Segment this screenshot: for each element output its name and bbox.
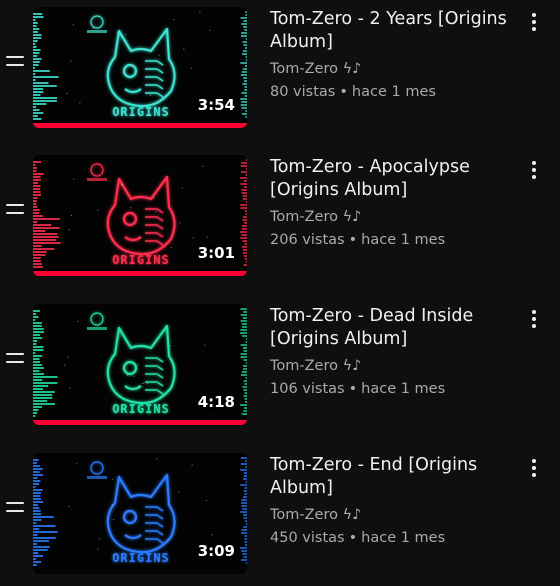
more-options-icon[interactable] xyxy=(527,310,541,328)
watch-progress-bar xyxy=(33,123,247,128)
view-count: 206 vistas xyxy=(270,232,345,248)
more-options-icon[interactable] xyxy=(527,161,541,179)
channel-name[interactable]: Tom-Zero ϟ♪ xyxy=(270,61,361,77)
thumbnail-origins-text: ORIGINS xyxy=(112,105,170,119)
thumbnail-origins-text: ORIGINS xyxy=(112,402,170,416)
drag-handle-icon[interactable] xyxy=(6,353,24,367)
separator-dot: • xyxy=(339,84,348,100)
video-title[interactable]: Tom-Zero - End [Origins Album] xyxy=(270,454,520,500)
thumbnail-origins-text: ORIGINS xyxy=(112,253,170,267)
video-meta: 206 vistas • hace 1 mes xyxy=(270,232,445,248)
watch-progress-bar xyxy=(33,271,247,276)
view-count: 80 vistas xyxy=(270,84,336,100)
more-options-icon[interactable] xyxy=(527,13,541,31)
channel-name[interactable]: Tom-Zero ϟ♪ xyxy=(270,507,361,523)
separator-dot: • xyxy=(348,530,358,546)
playlist-item[interactable]: ORIGINS 4:18 Tom-Zero - Dead Inside [Ori… xyxy=(0,297,560,437)
view-count: 450 vistas xyxy=(270,530,345,546)
video-title[interactable]: Tom-Zero - 2 Years [Origins Album] xyxy=(270,8,520,54)
video-thumbnail[interactable]: ORIGINS 3:09 xyxy=(33,453,247,574)
more-options-icon[interactable] xyxy=(527,459,541,477)
upload-age: hace 1 mes xyxy=(361,232,446,248)
video-meta: 106 vistas • hace 1 mes xyxy=(270,381,445,397)
duration-badge: 4:18 xyxy=(197,393,235,411)
upload-age: hace 1 mes xyxy=(351,84,436,100)
video-thumbnail[interactable]: ORIGINS 4:18 xyxy=(33,304,247,425)
video-thumbnail[interactable]: ORIGINS 3:54 xyxy=(33,7,247,128)
watch-progress-bar xyxy=(33,420,247,425)
upload-age: hace 1 mes xyxy=(361,381,446,397)
duration-badge: 3:01 xyxy=(197,244,235,262)
video-thumbnail[interactable]: ORIGINS 3:01 xyxy=(33,155,247,276)
drag-handle-icon[interactable] xyxy=(6,502,24,516)
playlist-item[interactable]: ORIGINS 3:09 Tom-Zero - End [Origins Alb… xyxy=(0,446,560,586)
channel-name[interactable]: Tom-Zero ϟ♪ xyxy=(270,209,361,225)
separator-dot: • xyxy=(348,232,358,248)
upload-age: hace 1 mes xyxy=(361,530,446,546)
drag-handle-icon[interactable] xyxy=(6,56,24,70)
video-title[interactable]: Tom-Zero - Apocalypse [Origins Album] xyxy=(270,156,520,202)
video-title[interactable]: Tom-Zero - Dead Inside [Origins Album] xyxy=(270,305,520,351)
view-count: 106 vistas xyxy=(270,381,345,397)
playlist-item[interactable]: ORIGINS 3:54 Tom-Zero - 2 Years [Origins… xyxy=(0,0,560,140)
channel-name[interactable]: Tom-Zero ϟ♪ xyxy=(270,358,361,374)
playlist-video-list: ORIGINS 3:54 Tom-Zero - 2 Years [Origins… xyxy=(0,0,560,574)
video-meta: 80 vistas • hace 1 mes xyxy=(270,84,436,100)
duration-badge: 3:09 xyxy=(197,542,235,560)
thumbnail-origins-text: ORIGINS xyxy=(112,551,170,565)
playlist-item[interactable]: ORIGINS 3:01 Tom-Zero - Apocalypse [Orig… xyxy=(0,148,560,288)
duration-badge: 3:54 xyxy=(197,96,235,114)
video-meta: 450 vistas • hace 1 mes xyxy=(270,530,445,546)
separator-dot: • xyxy=(348,381,358,397)
drag-handle-icon[interactable] xyxy=(6,204,24,218)
